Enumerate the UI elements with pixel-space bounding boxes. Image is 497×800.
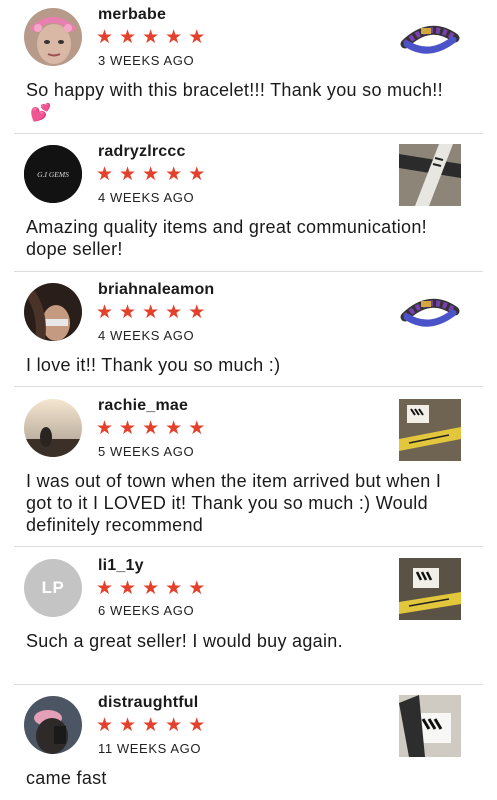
review-text: So happy with this bracelet!!! Thank you…	[26, 80, 443, 123]
star-icon: ★	[119, 301, 137, 323]
two-hearts-icon: 💕	[30, 103, 52, 123]
avatar-photo	[24, 8, 82, 66]
shop-logo-avatar: G.I GEMS	[24, 145, 82, 203]
divider	[14, 546, 483, 547]
avatar-photo	[24, 399, 82, 457]
avatar[interactable]	[24, 8, 82, 66]
avatar[interactable]	[24, 696, 82, 754]
star-icon: ★	[96, 417, 114, 439]
star-icon: ★	[188, 714, 206, 736]
star-icon: ★	[119, 163, 137, 185]
star-rating: ★ ★ ★ ★ ★	[96, 164, 205, 184]
star-icon: ★	[165, 417, 183, 439]
product-thumbnail[interactable]	[399, 283, 461, 345]
strap-image	[399, 144, 461, 206]
avatar[interactable]: LP	[24, 559, 82, 617]
product-thumbnail[interactable]	[399, 144, 461, 206]
star-icon: ★	[142, 26, 160, 48]
star-icon: ★	[96, 26, 114, 48]
reviewer-username[interactable]: rachie_mae	[98, 397, 188, 415]
star-icon: ★	[188, 26, 206, 48]
star-icon: ★	[188, 417, 206, 439]
star-icon: ★	[96, 163, 114, 185]
star-rating: ★ ★ ★ ★ ★	[96, 302, 205, 322]
product-thumbnail[interactable]	[399, 399, 461, 461]
reviewer-username[interactable]: radryzlrccc	[98, 143, 186, 161]
divider	[14, 271, 483, 272]
review-text: came fast	[26, 768, 107, 788]
star-icon: ★	[96, 714, 114, 736]
star-icon: ★	[142, 714, 160, 736]
star-icon: ★	[119, 714, 137, 736]
reviewer-username[interactable]: merbabe	[98, 6, 166, 24]
review-text: Such a great seller! I would buy again.	[26, 631, 343, 651]
avatar[interactable]: G.I GEMS	[24, 145, 82, 203]
tag-image	[399, 399, 461, 461]
product-thumbnail[interactable]	[399, 10, 461, 72]
star-icon: ★	[142, 417, 160, 439]
star-icon: ★	[188, 577, 206, 599]
star-icon: ★	[165, 163, 183, 185]
review-text: I was out of town when the item arrived …	[26, 471, 442, 535]
star-icon: ★	[165, 26, 183, 48]
bracelet-image	[399, 283, 461, 345]
tag-image	[399, 558, 461, 620]
divider	[14, 133, 483, 134]
star-icon: ★	[142, 301, 160, 323]
review-date: 6 WEEKS AGO	[98, 603, 195, 618]
reviews-feed: merbabe ★ ★ ★ ★ ★ 3 WEEKS AGO So happy w…	[0, 0, 497, 800]
star-rating: ★ ★ ★ ★ ★	[96, 27, 205, 47]
review-date: 4 WEEKS AGO	[98, 190, 195, 205]
product-thumbnail[interactable]	[399, 558, 461, 620]
star-icon: ★	[165, 577, 183, 599]
star-icon: ★	[142, 577, 160, 599]
avatar-photo	[24, 696, 82, 754]
divider	[14, 386, 483, 387]
star-icon: ★	[142, 163, 160, 185]
review-text: Amazing quality items and great communic…	[26, 217, 427, 259]
reviewer-username[interactable]: li1_1y	[98, 557, 144, 575]
svg-text:G.I GEMS: G.I GEMS	[37, 170, 69, 179]
tag-image	[399, 695, 461, 757]
reviewer-username[interactable]: briahnaleamon	[98, 281, 214, 299]
star-rating: ★ ★ ★ ★ ★	[96, 715, 205, 735]
review-text: I love it!! Thank you so much :)	[26, 355, 281, 375]
review-date: 5 WEEKS AGO	[98, 444, 195, 459]
bracelet-image	[399, 10, 461, 72]
avatar-photo	[24, 283, 82, 341]
star-icon: ★	[165, 301, 183, 323]
review-date: 11 WEEKS AGO	[98, 741, 202, 756]
star-icon: ★	[119, 417, 137, 439]
reviewer-username[interactable]: distraughtful	[98, 694, 198, 712]
avatar[interactable]	[24, 283, 82, 341]
product-thumbnail[interactable]	[399, 695, 461, 757]
star-icon: ★	[119, 577, 137, 599]
star-icon: ★	[165, 714, 183, 736]
avatar-initials: LP	[41, 578, 65, 597]
star-icon: ★	[96, 301, 114, 323]
star-icon: ★	[188, 163, 206, 185]
divider	[14, 684, 483, 685]
review-date: 3 WEEKS AGO	[98, 53, 195, 68]
star-icon: ★	[96, 577, 114, 599]
star-icon: ★	[188, 301, 206, 323]
star-rating: ★ ★ ★ ★ ★	[96, 418, 205, 438]
review-date: 4 WEEKS AGO	[98, 328, 195, 343]
star-rating: ★ ★ ★ ★ ★	[96, 578, 205, 598]
avatar[interactable]	[24, 399, 82, 457]
star-icon: ★	[119, 26, 137, 48]
